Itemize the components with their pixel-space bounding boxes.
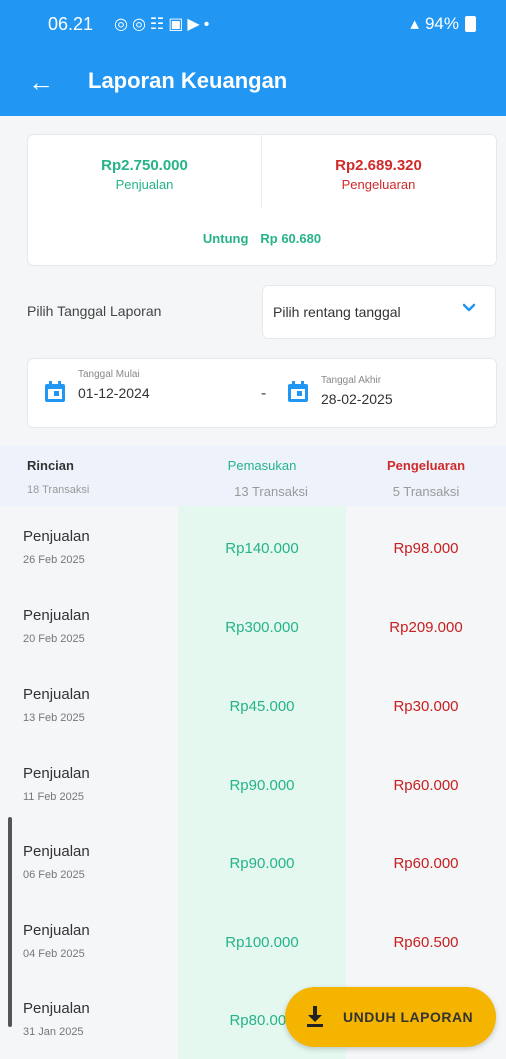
- row-title: Penjualan: [23, 686, 90, 703]
- table-row[interactable]: Penjualan 20 Feb 2025 Rp300.000 Rp209.00…: [0, 587, 506, 665]
- back-arrow-icon[interactable]: ←: [28, 68, 54, 96]
- row-income: Rp90.000: [229, 855, 295, 872]
- row-expense: Rp60.000: [393, 855, 459, 872]
- row-title: Penjualan: [23, 1000, 90, 1017]
- table-row[interactable]: Penjualan 11 Feb 2025 Rp90.000 Rp60.000: [0, 745, 506, 823]
- table-header: Rincian 18 Transaksi Pemasukan 13 Transa…: [0, 446, 506, 506]
- start-date-value[interactable]: 01-12-2024: [78, 385, 150, 401]
- date-separator: -: [261, 385, 267, 402]
- date-range-dropdown[interactable]: Pilih rentang tanggal: [262, 285, 496, 339]
- expense-count: 5 Transaksi: [392, 484, 460, 499]
- row-title: Penjualan: [23, 843, 90, 860]
- income-total: Rp2.750.000: [101, 157, 188, 174]
- row-expense: Rp60.500: [393, 934, 459, 951]
- download-report-button[interactable]: UNDUH LAPORAN: [285, 987, 496, 1047]
- table-row[interactable]: Penjualan 04 Feb 2025 Rp100.000 Rp60.500: [0, 902, 506, 980]
- row-date: 31 Jan 2025: [23, 1026, 84, 1038]
- row-income: Rp45.000: [229, 698, 295, 715]
- row-date: 06 Feb 2025: [23, 869, 85, 881]
- date-range-placeholder: Pilih rentang tanggal: [273, 304, 401, 320]
- row-expense: Rp30.000: [393, 698, 459, 715]
- row-expense: Rp60.000: [393, 777, 459, 794]
- download-report-label: UNDUH LAPORAN: [343, 1009, 474, 1025]
- row-date: 04 Feb 2025: [23, 948, 85, 960]
- row-date: 11 Feb 2025: [23, 791, 84, 803]
- scrollbar[interactable]: [8, 817, 12, 1027]
- detail-count: 18 Transaksi: [27, 484, 90, 496]
- expense-header: Pengeluaran: [386, 458, 466, 473]
- status-time: 06.21: [48, 14, 94, 34]
- detail-header: Rincian: [27, 458, 74, 473]
- app-header: 06.21 ◎◎☷▣▶• ▴ 94% ← Laporan Keuangan: [0, 0, 506, 116]
- summary-card: Rp2.750.000 Penjualan Rp2.689.320 Pengel…: [27, 134, 497, 266]
- table-row[interactable]: Penjualan 26 Feb 2025 Rp140.000 Rp98.000: [0, 508, 506, 586]
- chevron-down-icon: [462, 303, 476, 312]
- income-header: Pemasukan: [227, 458, 297, 473]
- date-filter-label: Pilih Tanggal Laporan: [27, 303, 162, 319]
- income-label: Penjualan: [115, 177, 174, 192]
- notification-icons: ◎◎☷▣▶•: [114, 16, 214, 33]
- row-income: Rp90.000: [229, 777, 295, 794]
- date-range-box: Tanggal Mulai 01-12-2024 - Tanggal Akhir…: [27, 358, 497, 428]
- profit-label: Untung: [202, 231, 249, 246]
- row-date: 20 Feb 2025: [23, 633, 85, 645]
- row-title: Penjualan: [23, 528, 90, 545]
- status-right: ▴ 94%: [410, 14, 476, 34]
- status-bar: 06.21 ◎◎☷▣▶• ▴ 94%: [0, 0, 506, 50]
- battery-level: 94%: [424, 14, 459, 33]
- calendar-icon[interactable]: [287, 381, 309, 403]
- page-title: Laporan Keuangan: [88, 68, 288, 93]
- signal-icon: ▴: [410, 14, 419, 33]
- profit-value: Rp 60.680: [260, 231, 322, 246]
- income-count: 13 Transaksi: [234, 484, 308, 499]
- row-income: Rp140.000: [225, 540, 299, 557]
- download-icon: [307, 1006, 323, 1027]
- end-date-label: Tanggal Akhir: [321, 375, 382, 386]
- row-date: 13 Feb 2025: [23, 712, 85, 724]
- row-expense: Rp98.000: [393, 540, 459, 557]
- start-date-label: Tanggal Mulai: [78, 369, 140, 380]
- table-row[interactable]: Penjualan 13 Feb 2025 Rp45.000 Rp30.000: [0, 666, 506, 744]
- row-income: Rp300.000: [225, 619, 299, 636]
- battery-icon: [465, 16, 476, 32]
- calendar-icon[interactable]: [44, 381, 66, 403]
- row-title: Penjualan: [23, 922, 90, 939]
- row-expense: Rp209.000: [389, 619, 463, 636]
- expense-total: Rp2.689.320: [335, 157, 422, 174]
- expense-label: Pengeluaran: [341, 177, 416, 192]
- profit-summary: Untung Rp 60.680: [28, 231, 496, 246]
- row-title: Penjualan: [23, 765, 90, 782]
- row-date: 26 Feb 2025: [23, 554, 85, 566]
- end-date-value[interactable]: 28-02-2025: [321, 391, 393, 407]
- table-row[interactable]: Penjualan 06 Feb 2025 Rp90.000 Rp60.000: [0, 823, 506, 901]
- row-income: Rp100.000: [225, 934, 299, 951]
- row-title: Penjualan: [23, 607, 90, 624]
